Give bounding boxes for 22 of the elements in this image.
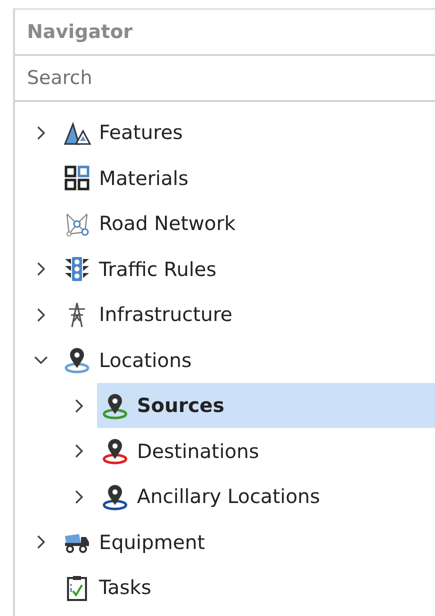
tree-item[interactable]: Tasks xyxy=(59,565,435,610)
tree-item[interactable]: Materials xyxy=(59,156,435,201)
tree-item[interactable]: Destinations xyxy=(97,428,435,474)
expand-chevron-icon[interactable] xyxy=(74,488,84,505)
tree-item[interactable]: Road Network xyxy=(59,201,435,246)
collapse-chevron-icon[interactable] xyxy=(33,355,49,366)
expand-chevron-icon[interactable] xyxy=(36,534,46,550)
expand-chevron-icon[interactable] xyxy=(36,124,46,141)
grid-icon xyxy=(63,164,91,192)
traffic-light-icon xyxy=(63,255,91,284)
tree-item[interactable]: Locations xyxy=(59,338,435,383)
expand-chevron-icon[interactable] xyxy=(74,398,84,414)
tree-item[interactable]: Sources xyxy=(97,383,435,428)
tree-item[interactable]: Features xyxy=(59,110,435,156)
expand-chevron-icon[interactable] xyxy=(36,306,46,323)
tree-item[interactable]: Equipment xyxy=(59,520,435,565)
tree-item[interactable]: Traffic Rules xyxy=(59,246,435,292)
expand-chevron-icon[interactable] xyxy=(36,261,46,278)
tree-item[interactable]: Ancillary Locations xyxy=(97,474,435,520)
panel-title: Navigator xyxy=(27,21,133,43)
tree-item[interactable]: Infrastructure xyxy=(59,292,435,338)
expand-chevron-icon[interactable] xyxy=(74,443,84,460)
